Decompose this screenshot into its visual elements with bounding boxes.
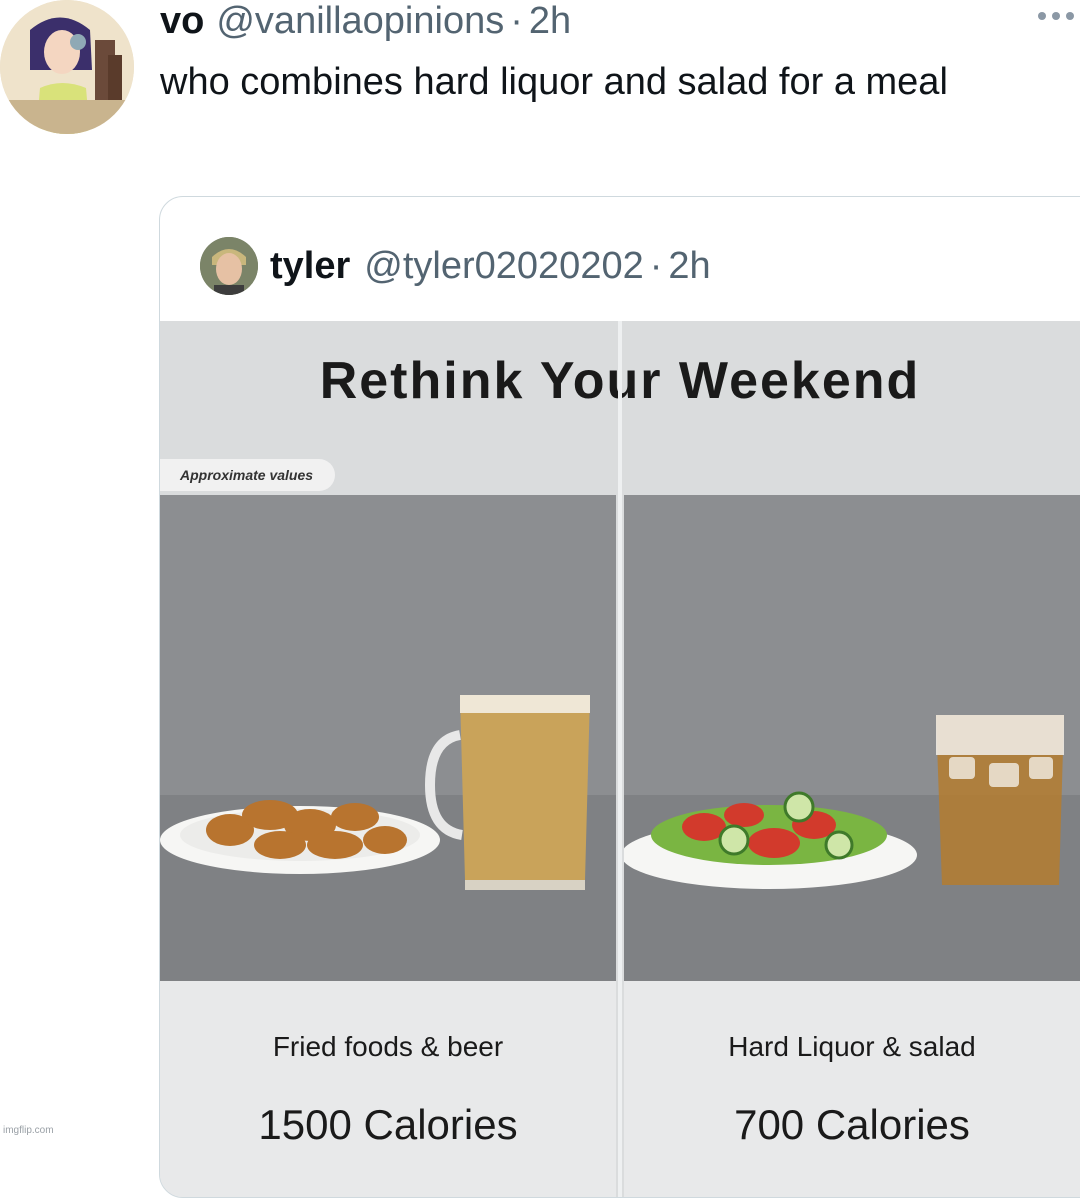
header-separator: · <box>510 0 523 42</box>
quoted-tweet-image[interactable]: Rethink Your Weekend Approximate values <box>160 321 1080 1197</box>
fried-food-beer-illustration <box>160 695 590 890</box>
tweet-timestamp[interactable]: 2h <box>529 0 571 42</box>
imgflip-watermark: imgflip.com <box>3 1125 54 1136</box>
quoted-display-name[interactable]: tyler <box>270 245 350 288</box>
quoted-tweet-timestamp[interactable]: 2h <box>668 245 710 288</box>
quoted-tweet-card[interactable]: tyler @tyler02020202 · 2h Rethink Your W… <box>159 196 1080 1198</box>
liquor-salad-photo <box>624 495 1080 981</box>
panel-divider <box>618 321 622 1197</box>
right-caption-label: Hard Liquor & salad <box>728 1031 976 1062</box>
quoted-avatar-image <box>200 237 258 295</box>
quoted-header-separator: · <box>649 244 663 287</box>
tweet-text: who combines hard liquor and salad for a… <box>160 61 948 103</box>
display-name[interactable]: vo <box>160 0 204 42</box>
avatar-image <box>0 0 134 134</box>
user-handle[interactable]: @vanillaopinions <box>216 0 504 42</box>
quoted-user-avatar[interactable] <box>200 237 258 295</box>
approximate-values-tag: Approximate values <box>160 459 336 491</box>
right-calories: 700 Calories <box>734 1101 970 1148</box>
fried-food-beer-photo <box>160 495 616 981</box>
left-calories: 1500 Calories <box>258 1101 518 1148</box>
liquor-salad-illustration <box>624 715 1064 889</box>
user-avatar[interactable] <box>0 0 134 134</box>
left-caption-label: Fried foods & beer <box>272 1031 504 1062</box>
right-caption: Hard Liquor & salad 700 Calories <box>624 981 1080 1197</box>
left-caption: Fried foods & beer 1500 Calories <box>160 981 616 1197</box>
tweet-header: vo @vanillaopinions · 2h <box>160 0 571 42</box>
quoted-tweet-header: tyler @tyler02020202 · 2h <box>200 237 711 295</box>
more-horizontal-icon[interactable] <box>1030 6 1074 26</box>
quoted-user-handle[interactable]: @tyler02020202 <box>364 245 643 288</box>
